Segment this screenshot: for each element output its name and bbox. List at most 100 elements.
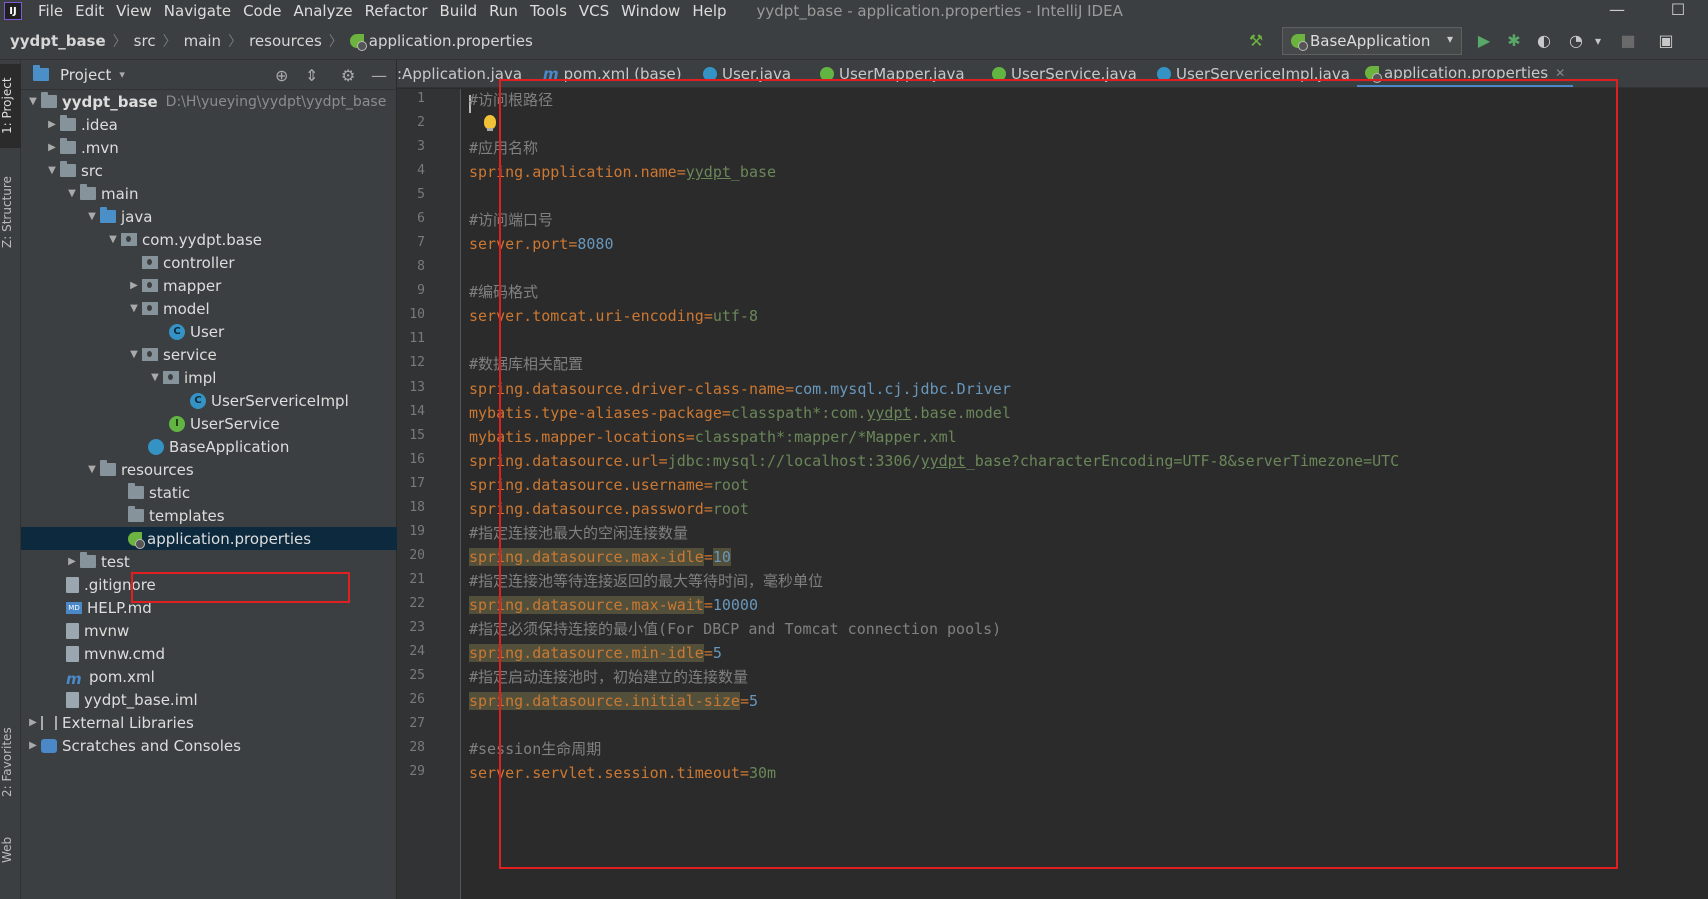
run-icon[interactable]: ▶ bbox=[1474, 31, 1494, 51]
menu-tools[interactable]: Tools bbox=[524, 0, 573, 22]
tree-item-mvnw[interactable]: mvnw bbox=[21, 619, 397, 642]
hide-panel-icon[interactable]: — bbox=[371, 66, 387, 85]
tree-item-controller[interactable]: controller bbox=[21, 251, 397, 274]
web-tool-tab[interactable]: Web bbox=[0, 830, 21, 870]
tab-baseapplication[interactable]: :Application.java bbox=[397, 60, 522, 87]
menu-file[interactable]: File bbox=[32, 0, 69, 22]
lightbulb-icon[interactable] bbox=[484, 115, 496, 131]
expand-arrow-icon[interactable]: ▶ bbox=[25, 717, 41, 728]
project-structure-icon[interactable]: ▣ bbox=[1656, 31, 1676, 51]
menu-edit[interactable]: Edit bbox=[69, 0, 110, 22]
tree-item-userservericeimpl[interactable]: C UserServericeImpl bbox=[21, 389, 397, 412]
tab-pom-xml[interactable]: m pom.xml (base) bbox=[543, 60, 682, 87]
tree-item-iml[interactable]: yydpt_base.iml bbox=[21, 688, 397, 711]
breadcrumb-src[interactable]: src bbox=[134, 32, 156, 50]
structure-tool-tab[interactable]: Z: Structure bbox=[0, 170, 21, 254]
tree-item-project-root[interactable]: ▼ yydpt_base D:\H\yueying\yydpt\yydpt_ba… bbox=[21, 90, 397, 113]
property-key: server.tomcat.uri-encoding bbox=[469, 307, 704, 325]
tree-item-test[interactable]: ▶ test bbox=[21, 550, 397, 573]
tree-item-mvn[interactable]: ▶ .mvn bbox=[21, 136, 397, 159]
tree-item-userservice[interactable]: I UserService bbox=[21, 412, 397, 435]
collapse-all-icon[interactable]: ⇕ bbox=[305, 66, 318, 85]
close-icon[interactable]: ✕ bbox=[1555, 66, 1565, 80]
expand-arrow-icon[interactable]: ▶ bbox=[126, 280, 142, 291]
breadcrumb-file[interactable]: application.properties bbox=[369, 32, 533, 50]
maximize-icon[interactable]: ☐ bbox=[1655, 0, 1701, 22]
favorites-tool-tab[interactable]: 2: Favorites bbox=[0, 720, 21, 804]
tree-item-application-properties[interactable]: application.properties bbox=[21, 527, 397, 550]
tree-item-mapper[interactable]: ▶ mapper bbox=[21, 274, 397, 297]
tab-label: UserService.java bbox=[1011, 65, 1137, 83]
minimize-icon[interactable]: — bbox=[1594, 0, 1640, 22]
expand-arrow-icon[interactable]: ▶ bbox=[44, 119, 60, 130]
chevron-down-icon[interactable]: ▾ bbox=[119, 68, 125, 81]
tree-item-label: HELP.md bbox=[87, 598, 152, 617]
tree-item-templates[interactable]: templates bbox=[21, 504, 397, 527]
stop-icon[interactable]: ■ bbox=[1618, 31, 1638, 51]
coverage-icon[interactable]: ◐ bbox=[1534, 31, 1554, 51]
tree-item-package-base[interactable]: ▼ com.yydpt.base bbox=[21, 228, 397, 251]
breadcrumb-resources[interactable]: resources bbox=[249, 32, 322, 50]
tree-item-gitignore[interactable]: .gitignore bbox=[21, 573, 397, 596]
line-number: 19 bbox=[409, 524, 425, 539]
expand-arrow-icon[interactable]: ▶ bbox=[25, 740, 41, 751]
menu-view[interactable]: View bbox=[110, 0, 158, 22]
property-key-deprecated: spring.datasource.initial-size bbox=[469, 692, 740, 710]
tab-userservericeimpl-java[interactable]: UserServericeImpl.java bbox=[1157, 60, 1350, 87]
tree-item-idea[interactable]: ▶ .idea bbox=[21, 113, 397, 136]
menu-code[interactable]: Code bbox=[237, 0, 287, 22]
expand-arrow-icon[interactable]: ▼ bbox=[64, 188, 80, 199]
expand-arrow-icon[interactable]: ▼ bbox=[84, 464, 100, 475]
menu-navigate[interactable]: Navigate bbox=[158, 0, 237, 22]
project-tool-tab[interactable]: 1: Project bbox=[0, 64, 21, 148]
tab-user-java[interactable]: User.java bbox=[703, 60, 791, 87]
menu-window[interactable]: Window bbox=[615, 0, 686, 22]
menu-help[interactable]: Help bbox=[686, 0, 732, 22]
expand-arrow-icon[interactable]: ▼ bbox=[44, 165, 60, 176]
tree-item-pom-xml[interactable]: m pom.xml bbox=[21, 665, 397, 689]
expand-arrow-icon[interactable]: ▼ bbox=[147, 372, 163, 383]
expand-arrow-icon[interactable]: ▼ bbox=[126, 349, 142, 360]
profile-dropdown-icon[interactable]: ▾ bbox=[1588, 31, 1608, 51]
tree-item-model[interactable]: ▼ model bbox=[21, 297, 397, 320]
tree-item-main[interactable]: ▼ main bbox=[21, 182, 397, 205]
hammer-icon[interactable]: ⚒ bbox=[1246, 31, 1266, 51]
tree-item-service[interactable]: ▼ service bbox=[21, 343, 397, 366]
project-view-selector[interactable]: Project bbox=[60, 66, 111, 84]
gear-icon[interactable]: ⚙ bbox=[341, 66, 355, 85]
menu-vcs[interactable]: VCS bbox=[573, 0, 615, 22]
run-configuration-select[interactable]: BaseApplication ▾ bbox=[1282, 27, 1462, 55]
expand-arrow-icon[interactable]: ▼ bbox=[84, 211, 100, 222]
breadcrumb-project[interactable]: yydpt_base bbox=[10, 32, 106, 50]
tree-item-baseapplication[interactable]: BaseApplication bbox=[21, 435, 397, 458]
tab-userservice-java[interactable]: UserService.java bbox=[992, 60, 1137, 87]
tree-item-java[interactable]: ▼ java bbox=[21, 205, 397, 228]
expand-arrow-icon[interactable]: ▶ bbox=[44, 142, 60, 153]
menu-build[interactable]: Build bbox=[434, 0, 484, 22]
tree-item-label: resources bbox=[121, 460, 194, 479]
tree-item-scratches[interactable]: ▶ Scratches and Consoles bbox=[21, 734, 397, 757]
expand-arrow-icon[interactable]: ▶ bbox=[64, 556, 80, 567]
tab-application-properties[interactable]: application.properties ✕ bbox=[1357, 60, 1574, 87]
menu-analyze[interactable]: Analyze bbox=[287, 0, 358, 22]
tab-usermapper-java[interactable]: UserMapper.java bbox=[820, 60, 965, 87]
tree-item-static[interactable]: static bbox=[21, 481, 397, 504]
locate-file-icon[interactable]: ⊕ bbox=[275, 66, 288, 85]
tree-item-label: mvnw.cmd bbox=[84, 644, 166, 663]
profile-icon[interactable]: ◔ bbox=[1566, 31, 1586, 51]
expand-arrow-icon[interactable]: ▼ bbox=[105, 234, 121, 245]
tree-item-help-md[interactable]: MD HELP.md bbox=[21, 596, 397, 619]
tree-item-user[interactable]: C User bbox=[21, 320, 397, 343]
expand-arrow-icon[interactable]: ▼ bbox=[25, 96, 41, 107]
code-editor[interactable]: #访问根路径 #应用名称 spring.application.name=yyd… bbox=[462, 89, 1708, 899]
breadcrumb-main[interactable]: main bbox=[184, 32, 221, 50]
menu-run[interactable]: Run bbox=[483, 0, 524, 22]
tree-item-external-libraries[interactable]: ▶ External Libraries bbox=[21, 711, 397, 734]
tree-item-mvnw-cmd[interactable]: mvnw.cmd bbox=[21, 642, 397, 665]
tree-item-src[interactable]: ▼ src bbox=[21, 159, 397, 182]
menu-refactor[interactable]: Refactor bbox=[359, 0, 434, 22]
debug-icon[interactable]: ✱ bbox=[1504, 31, 1524, 51]
tree-item-impl[interactable]: ▼ impl bbox=[21, 366, 397, 389]
expand-arrow-icon[interactable]: ▼ bbox=[126, 303, 142, 314]
tree-item-resources[interactable]: ▼ resources bbox=[21, 458, 397, 481]
